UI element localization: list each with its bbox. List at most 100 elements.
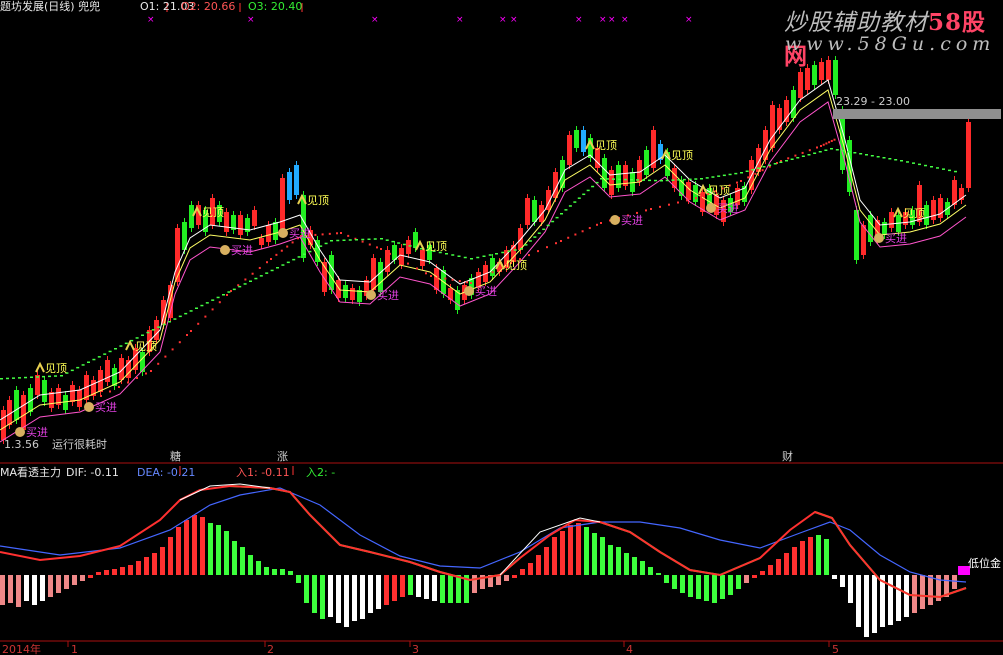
support-dot (361, 240, 364, 243)
resistance-dot (216, 296, 220, 299)
support-dot (794, 154, 797, 157)
macd-bar (240, 547, 245, 575)
macd-bar (680, 575, 685, 593)
support-dot (574, 233, 577, 236)
support-dot (291, 241, 294, 244)
macd-bar (264, 567, 269, 575)
resistance-dot (97, 356, 101, 358)
resistance-dot (457, 255, 461, 257)
support-dot (528, 254, 530, 257)
macd-bar (216, 525, 221, 575)
resistance-dot (342, 239, 346, 241)
macd-bar (816, 535, 821, 575)
range-label: 23.29 - 23.00 (836, 95, 910, 108)
resistance-dot (195, 307, 198, 309)
resistance-dot (936, 167, 939, 169)
resistance-dot (841, 150, 845, 152)
money-bag-icon (610, 215, 620, 225)
support-dot (740, 180, 742, 182)
support-dot (380, 248, 382, 250)
resistance-dot (630, 179, 633, 181)
resistance-dot (42, 375, 45, 378)
chart-window[interactable]: × × × × × × × × × × × 买进 买进 买进 买进 买进 买进 买进 买进 买进 见顶 见顶 见顶 见顶 见顶见… (0, 0, 1003, 655)
candlestick (252, 210, 257, 226)
resistance-dot (870, 155, 874, 157)
support-dot (186, 334, 188, 336)
resistance-dot (642, 179, 645, 181)
support-dot (581, 230, 584, 233)
macd-bar (144, 557, 149, 575)
support-dot (204, 315, 207, 318)
resistance-dot (324, 242, 328, 245)
resistance-dot (586, 189, 590, 192)
event-marker: × (147, 15, 155, 25)
resistance-dot (92, 358, 96, 361)
support-dot (555, 242, 557, 245)
candlestick (343, 285, 348, 298)
resistance-dot (537, 232, 541, 234)
macd-bar (720, 575, 725, 599)
support-dot (787, 157, 790, 160)
money-bag-icon (15, 427, 25, 437)
macd-bar (136, 561, 141, 575)
macd-bar (648, 567, 653, 575)
macd-bar (856, 575, 861, 627)
support-dot (244, 278, 247, 281)
macd-bar (32, 575, 37, 605)
buy-signal-label: 买进 (885, 232, 907, 245)
macd-bar (712, 575, 717, 603)
candlestick (329, 255, 334, 290)
support-dot (491, 271, 494, 274)
resistance-dot (785, 160, 788, 162)
money-bag-icon (366, 290, 376, 300)
support-dot (251, 272, 254, 275)
macd-bar (872, 575, 877, 633)
macd-bar (112, 569, 117, 575)
axis-month: 1 (71, 643, 78, 655)
resistance-dot (533, 236, 537, 238)
macd-bar (504, 575, 509, 581)
money-bag-icon (874, 233, 884, 243)
macd-bar (344, 575, 349, 627)
resistance-dot (768, 164, 772, 166)
support-dot (470, 282, 472, 284)
macd-bar (560, 531, 565, 575)
macd-bar (424, 575, 429, 599)
macd-bar (592, 533, 597, 575)
macd-bar (0, 575, 5, 605)
support-dot (700, 196, 702, 198)
support-dot (444, 277, 447, 280)
resistance-dot (876, 156, 880, 158)
resistance-dot (397, 242, 401, 244)
candlestick-series (1, 56, 971, 444)
resistance-dot (507, 250, 511, 252)
resistance-dot (618, 178, 621, 181)
dea-value: DEA: -0.21 (137, 466, 196, 479)
macd-bar (232, 541, 237, 575)
support-dots (100, 138, 836, 397)
support-dot (100, 395, 102, 397)
event-marker: × (685, 15, 693, 25)
support-dot (425, 272, 427, 275)
candlestick (686, 182, 691, 200)
resistance-dot (677, 179, 681, 181)
resistance-dot (292, 258, 296, 261)
candlestick (938, 198, 943, 218)
candlestick (49, 392, 54, 408)
support-dot (226, 294, 228, 296)
support-dot (150, 370, 152, 372)
resistance-dot (259, 275, 263, 277)
support-dot (347, 234, 350, 237)
candlestick (966, 122, 971, 188)
resistance-dot (238, 285, 242, 288)
macd-bar (640, 561, 645, 575)
macd-bar (848, 575, 853, 603)
top-signal-label: 见顶 (708, 184, 730, 197)
runner-icon (35, 361, 45, 373)
resistance-dot (200, 304, 204, 307)
macd-bar (904, 575, 909, 617)
support-dot (560, 240, 562, 242)
resistance-dot (168, 321, 171, 323)
macd-bar (728, 575, 733, 595)
macd-bar (384, 575, 389, 605)
